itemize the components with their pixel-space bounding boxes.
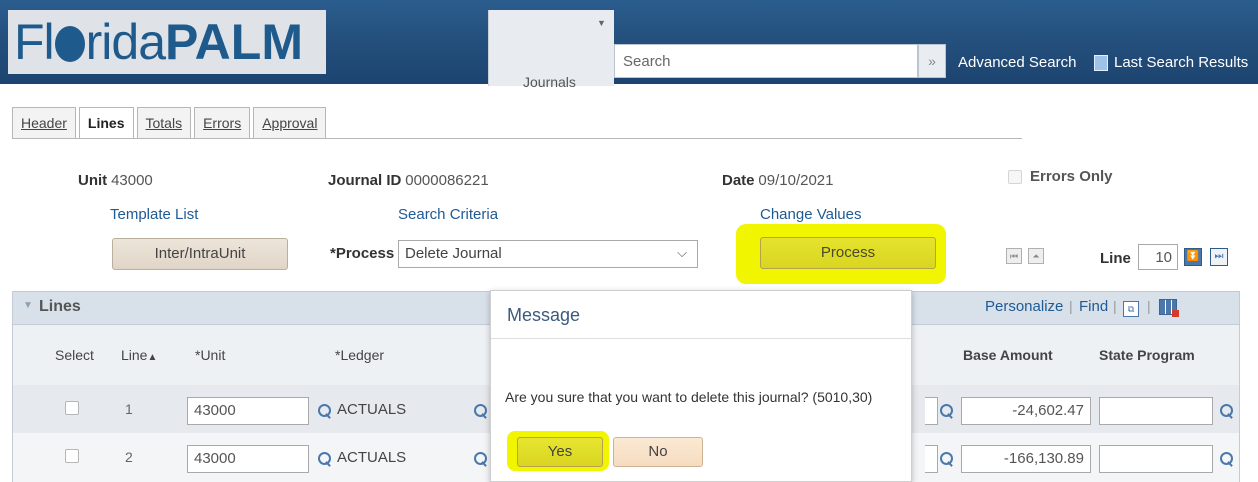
logo-text-bold: PALM <box>165 14 303 70</box>
field-lookup-icon[interactable] <box>939 451 955 467</box>
date-field: Date 09/10/2021 <box>722 172 833 189</box>
tab-errors[interactable]: Errors <box>194 107 251 139</box>
find-link[interactable]: Find <box>1079 298 1108 315</box>
state-program-lookup-icon[interactable] <box>1219 403 1235 419</box>
view-all-icon[interactable]: ⧉ <box>1123 300 1139 318</box>
download-grid-icon[interactable] <box>1159 298 1179 318</box>
row-line: 2 <box>125 449 133 465</box>
app-header: Fl rida PALM ▼ Journals Search » Advanced … <box>0 0 1258 90</box>
dialog-message: Are you sure that you want to delete thi… <box>505 389 873 405</box>
process-label-text: *Process <box>330 245 395 262</box>
tab-totals[interactable]: Totals <box>136 107 192 139</box>
tab-header[interactable]: Header <box>12 107 76 139</box>
column-line-label: Line <box>121 347 148 363</box>
separator: | <box>1069 298 1073 314</box>
column-unit: *Unit <box>195 347 226 363</box>
errors-only-toggle: Errors Only <box>1008 168 1113 185</box>
row-select-checkbox[interactable] <box>65 449 79 463</box>
process-selected-value: Delete Journal <box>405 245 502 262</box>
column-base-amount: Base Amount <box>963 347 1053 363</box>
last-search-results-link[interactable]: Last Search Results <box>1094 54 1248 71</box>
journal-id-value: 0000086221 <box>405 172 489 189</box>
row-base-amount[interactable]: -166,130.89 <box>961 445 1091 473</box>
search-go-button[interactable]: » <box>918 44 946 78</box>
yes-button[interactable]: Yes <box>517 437 603 467</box>
dialog-title: Message <box>491 291 911 339</box>
column-select: Select <box>55 347 94 363</box>
inter-intra-unit-button[interactable]: Inter/IntraUnit <box>112 238 288 270</box>
first-row-icon[interactable]: ⏮ <box>1006 248 1022 264</box>
logo-text-part2: rida <box>85 14 166 70</box>
row-state-program-input[interactable] <box>1099 445 1213 473</box>
ledger-lookup-icon[interactable] <box>473 403 489 419</box>
date-label: Date <box>722 172 755 189</box>
column-ledger: *Ledger <box>335 347 385 363</box>
search-input[interactable]: Search <box>614 44 918 78</box>
logo-o-icon <box>54 26 85 62</box>
unit-label: Unit <box>78 172 108 189</box>
change-values-link[interactable]: Change Values <box>760 206 861 223</box>
row-unit-input[interactable]: 43000 <box>187 397 309 425</box>
journal-id-label: Journal ID <box>328 172 402 189</box>
row-field-input[interactable] <box>925 445 938 473</box>
document-icon <box>1094 54 1108 71</box>
journal-id-field: Journal ID 0000086221 <box>328 172 489 189</box>
caret-down-icon: ▼ <box>597 18 606 28</box>
unit-value: 43000 <box>111 172 153 189</box>
separator: | <box>1147 298 1151 314</box>
logo-text-part1: Fl <box>14 14 55 70</box>
chevron-down-icon: ⌵ <box>677 245 687 260</box>
last-search-results-label: Last Search Results <box>1114 54 1249 71</box>
process-button[interactable]: Process <box>760 237 936 269</box>
advanced-search-link[interactable]: Advanced Search <box>958 54 1076 71</box>
last-row-icon[interactable]: ⏭ <box>1210 248 1228 266</box>
unit-lookup-icon[interactable] <box>317 403 333 419</box>
confirm-delete-dialog: Message Are you sure that you want to de… <box>490 290 912 482</box>
field-lookup-icon[interactable] <box>939 403 955 419</box>
go-to-line-icon[interactable]: ⏬ <box>1184 248 1202 266</box>
page-tabs: Header Lines Totals Errors Approval <box>12 107 329 139</box>
column-state-program: State Program <box>1099 347 1195 363</box>
unit-lookup-icon[interactable] <box>317 451 333 467</box>
row-line: 1 <box>125 401 133 417</box>
tab-divider <box>12 138 1022 139</box>
row-select-checkbox[interactable] <box>65 401 79 415</box>
row-state-program-input[interactable] <box>1099 397 1213 425</box>
search-category-dropdown[interactable]: ▼ Journals <box>488 10 614 90</box>
line-input[interactable]: 10 <box>1138 244 1178 270</box>
lines-grid-title: Lines <box>39 298 81 315</box>
search-criteria-link[interactable]: Search Criteria <box>398 206 498 223</box>
template-list-link[interactable]: Template List <box>110 206 198 223</box>
process-select[interactable]: Delete Journal ⌵ <box>398 240 698 268</box>
sort-ascending-icon: ▲ <box>147 352 158 363</box>
collapse-triangle-icon[interactable]: ▼ <box>23 300 33 311</box>
double-chevron-right-icon: » <box>928 53 936 69</box>
state-program-lookup-icon[interactable] <box>1219 451 1235 467</box>
date-value: 09/10/2021 <box>758 172 834 189</box>
previous-row-icon[interactable]: ⏶ <box>1028 248 1044 264</box>
separator: | <box>1113 298 1117 314</box>
row-base-amount[interactable]: -24,602.47 <box>961 397 1091 425</box>
search-category-label: Journals <box>523 74 576 90</box>
florida-palm-logo[interactable]: Fl rida PALM <box>8 10 326 74</box>
row-unit-input[interactable]: 43000 <box>187 445 309 473</box>
no-button[interactable]: No <box>613 437 703 467</box>
ledger-lookup-icon[interactable] <box>473 451 489 467</box>
unit-field: Unit 43000 <box>78 172 153 189</box>
row-ledger: ACTUALS <box>337 449 407 466</box>
tab-lines[interactable]: Lines <box>78 107 134 139</box>
line-label: Line <box>1100 250 1131 267</box>
errors-only-label: Errors Only <box>1030 168 1113 185</box>
personalize-link[interactable]: Personalize <box>985 298 1063 315</box>
row-field-input[interactable] <box>925 397 938 425</box>
column-line[interactable]: Line▲ <box>121 347 157 363</box>
tab-approval[interactable]: Approval <box>253 107 327 139</box>
errors-only-checkbox[interactable] <box>1008 169 1022 184</box>
row-ledger: ACTUALS <box>337 401 407 418</box>
process-label: *Process <box>330 245 394 262</box>
